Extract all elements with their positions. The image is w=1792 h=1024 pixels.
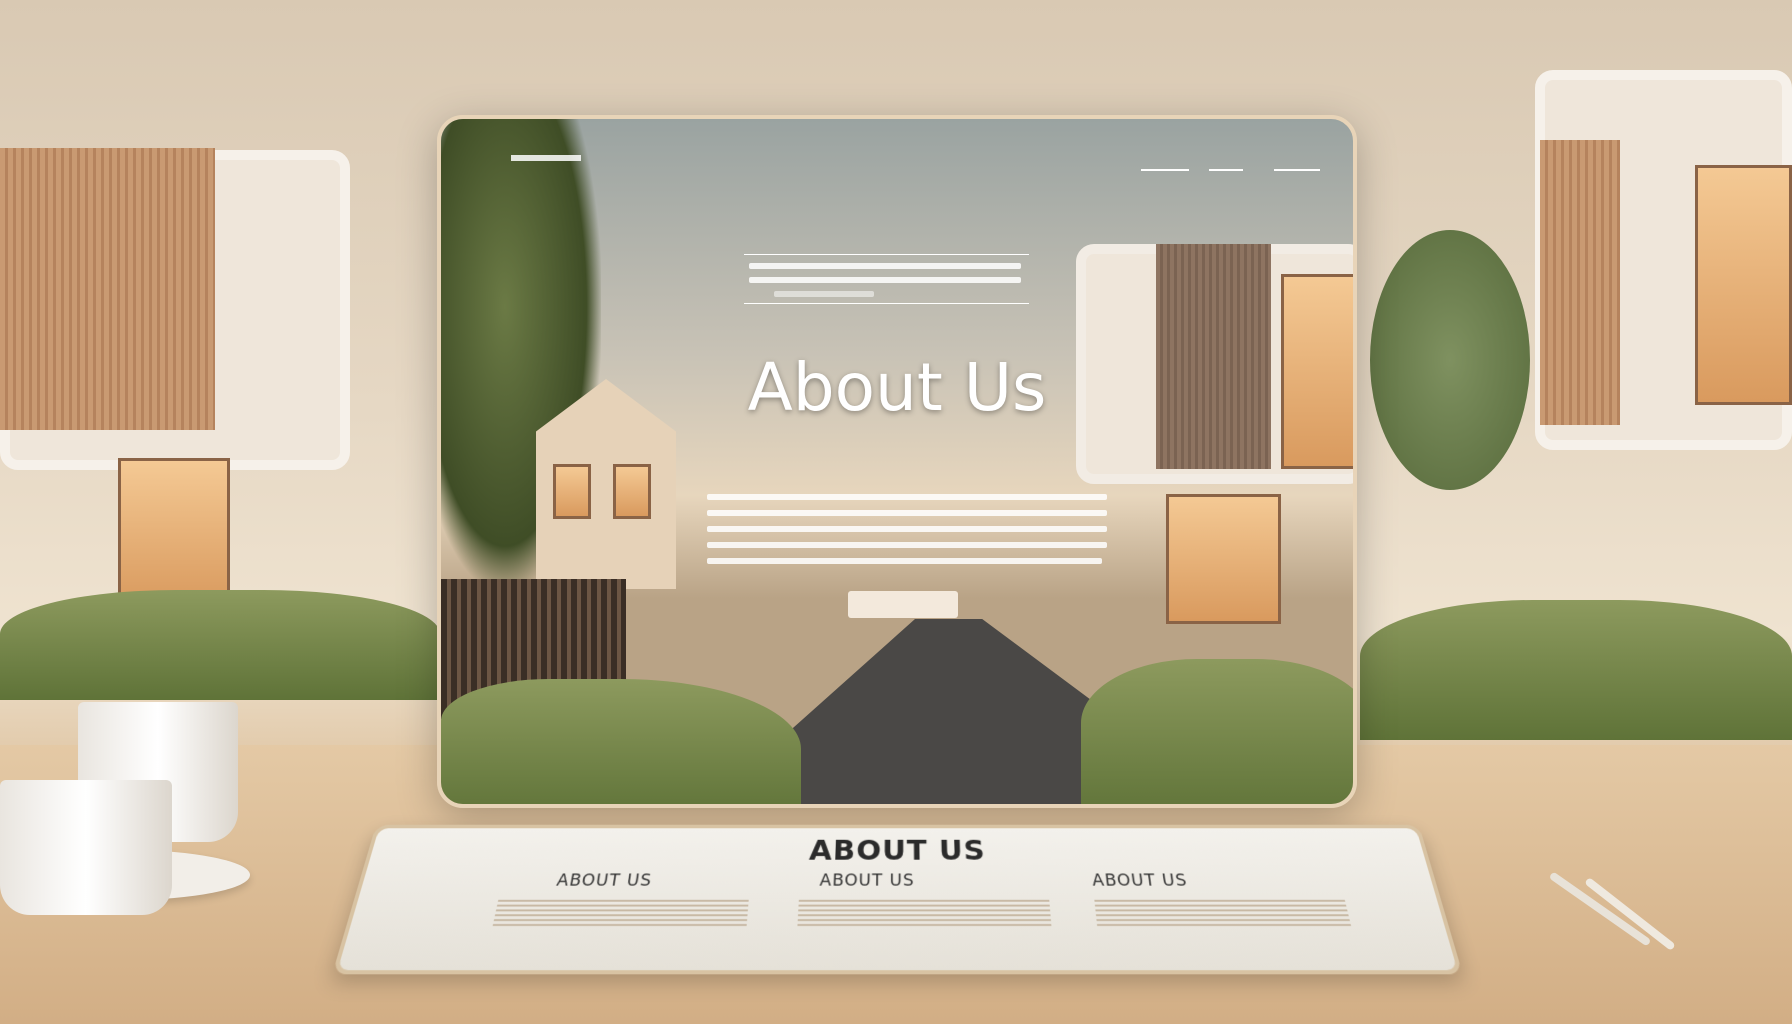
house-center-window	[553, 464, 591, 519]
tablet-heading: ABOUT US	[368, 835, 1428, 867]
cta-button[interactable]	[848, 591, 958, 618]
nav-item-1[interactable]	[1141, 149, 1189, 171]
nav-item-3[interactable]	[1274, 149, 1320, 171]
tagline-line	[774, 291, 874, 297]
paragraph-line	[707, 526, 1107, 532]
tablet-column-text	[492, 900, 749, 929]
paragraph-line	[707, 542, 1107, 548]
right-tree	[1370, 230, 1530, 490]
house-center-window	[613, 464, 651, 519]
tablet: ABOUT US ABOUT US ABOUT US ABOUT US	[332, 825, 1463, 975]
tablet-column-title: ABOUT US	[1091, 872, 1189, 891]
site-logo-mark	[511, 155, 581, 161]
paragraph-line	[707, 510, 1107, 516]
screen-grass-right	[1081, 659, 1357, 808]
right-house-wood-panel	[1540, 140, 1620, 425]
tablet-column-text	[1094, 900, 1351, 929]
nav-item-2[interactable]	[1209, 149, 1243, 171]
tagline-block	[744, 254, 1029, 304]
modern-house-window	[1166, 494, 1281, 624]
tagline-line	[749, 263, 1021, 269]
tablet-column-title: ABOUT US	[555, 872, 653, 891]
right-house-window	[1695, 165, 1792, 405]
coffee-cup-front	[0, 780, 172, 915]
hero-title: About Us	[441, 349, 1353, 426]
left-house-wood-panel	[0, 148, 215, 430]
paragraph-line	[707, 558, 1102, 564]
tablet-column-text	[797, 900, 1051, 929]
website-screen: About Us	[437, 115, 1357, 808]
left-grass	[0, 590, 440, 700]
tablet-column-title: ABOUT US	[819, 872, 915, 891]
left-house-window	[118, 458, 230, 608]
screen-grass-left	[441, 679, 801, 808]
paragraph-line	[707, 494, 1107, 500]
tagline-line	[749, 277, 1021, 283]
right-grass	[1360, 600, 1792, 740]
